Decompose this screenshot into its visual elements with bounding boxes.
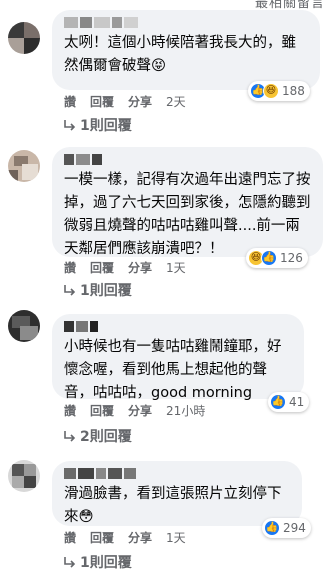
reaction-summary[interactable]: 😆 👍 126 <box>246 248 308 268</box>
comment-text: 滑過臉書，看到這張照片立刻停下來😳 <box>64 486 282 525</box>
avatar[interactable] <box>8 150 40 182</box>
share-button[interactable]: 分享 <box>128 259 152 276</box>
commenter-name[interactable] <box>64 17 308 28</box>
like-icon: 👍 <box>264 520 280 536</box>
comment-text: 太咧！這個小時候陪著我長大的，雖然偶爾會破聲😝 <box>64 35 296 74</box>
comment-bubble: 滑過臉書，看到這張照片立刻停下來😳 <box>52 461 302 526</box>
reply-arrow-icon <box>64 120 76 131</box>
reaction-count: 41 <box>289 395 305 409</box>
reaction-count: 126 <box>280 251 303 265</box>
reaction-count: 188 <box>282 84 305 98</box>
like-icon: 👍 <box>270 394 286 410</box>
reply-button[interactable]: 回覆 <box>90 259 114 276</box>
timestamp[interactable]: 21小時 <box>166 402 205 419</box>
like-button[interactable]: 讚 <box>64 529 76 546</box>
replies-count-label[interactable]: 2則回覆 <box>80 426 132 446</box>
timestamp[interactable]: 1天 <box>166 529 186 546</box>
share-button[interactable]: 分享 <box>128 529 152 546</box>
timestamp[interactable]: 1天 <box>166 259 186 276</box>
commenter-name[interactable] <box>64 468 290 479</box>
reply-button[interactable]: 回覆 <box>90 529 114 546</box>
view-replies-link[interactable]: 2則回覆 <box>62 426 132 446</box>
avatar[interactable] <box>8 460 40 492</box>
replies-count-label[interactable]: 1則回覆 <box>80 280 132 300</box>
like-button[interactable]: 讚 <box>64 93 76 110</box>
comment-text: 小時候也有一隻咕咕雞鬧鐘耶，好懷念喔，看到他馬上想起他的聲音，咕咕咕，good … <box>64 339 282 401</box>
view-replies-link[interactable]: 1則回覆 <box>62 115 132 135</box>
reply-arrow-icon <box>64 557 76 568</box>
reaction-summary[interactable]: 👍 41 <box>268 392 310 412</box>
timestamp[interactable]: 2天 <box>166 93 186 110</box>
comment-actions: 讚 回覆 分享 2天 <box>64 93 186 110</box>
replies-count-label[interactable]: 1則回覆 <box>80 552 132 572</box>
view-replies-link[interactable]: 1則回覆 <box>62 552 132 572</box>
like-button[interactable]: 讚 <box>64 259 76 276</box>
avatar[interactable] <box>8 310 40 342</box>
reply-button[interactable]: 回覆 <box>90 402 114 419</box>
view-replies-link[interactable]: 1則回覆 <box>62 280 132 300</box>
haha-icon: 😆 <box>263 83 279 99</box>
commenter-name[interactable] <box>64 154 311 165</box>
comment-bubble: 太咧！這個小時候陪著我長大的，雖然偶爾會破聲😝 <box>52 10 320 90</box>
comment-bubble: 小時候也有一隻咕咕雞鬧鐘耶，好懷念喔，看到他馬上想起他的聲音，咕咕咕，good … <box>52 314 304 401</box>
reply-button[interactable]: 回覆 <box>90 93 114 110</box>
reaction-summary[interactable]: 👍 😆 188 <box>248 81 310 101</box>
avatar[interactable] <box>8 22 40 54</box>
replies-count-label[interactable]: 1則回覆 <box>80 115 132 135</box>
comment-actions: 讚 回覆 分享 1天 <box>64 529 186 546</box>
reaction-summary[interactable]: 👍 294 <box>262 518 311 538</box>
commenter-name[interactable] <box>64 321 292 332</box>
comment-bubble: 一模一樣，記得有次過年出遠門忘了按掉，過了六七天回到家後，怎隱約聽到微弱且燒聲的… <box>52 147 323 257</box>
share-button[interactable]: 分享 <box>128 402 152 419</box>
like-icon: 👍 <box>261 250 277 266</box>
reply-arrow-icon <box>64 285 76 296</box>
reaction-count: 294 <box>283 521 306 535</box>
like-button[interactable]: 讚 <box>64 402 76 419</box>
comment-actions: 讚 回覆 分享 1天 <box>64 259 186 276</box>
comment-actions: 讚 回覆 分享 21小時 <box>64 402 205 419</box>
share-button[interactable]: 分享 <box>128 93 152 110</box>
reply-arrow-icon <box>64 431 76 442</box>
